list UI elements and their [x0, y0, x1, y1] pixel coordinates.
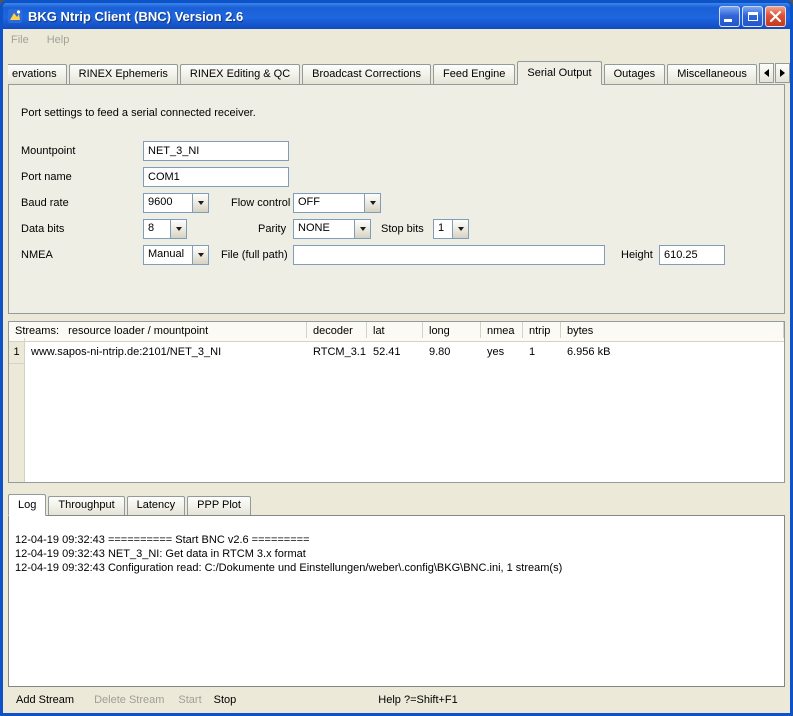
- stop-button[interactable]: Stop: [214, 694, 237, 706]
- nmea-value: Manual: [144, 246, 192, 264]
- row-number: 1: [9, 342, 25, 364]
- cell-decoder: RTCM_3.1: [307, 342, 367, 364]
- chevron-down-icon[interactable]: [192, 194, 208, 212]
- title-bar[interactable]: BKG Ntrip Client (BNC) Version 2.6: [3, 3, 790, 29]
- chevron-down-icon[interactable]: [192, 246, 208, 264]
- streams-table: Streams: resource loader / mountpoint de…: [8, 321, 785, 483]
- bnc-window: BKG Ntrip Client (BNC) Version 2.6 File …: [0, 0, 793, 716]
- tab-broadcast-corrections[interactable]: Broadcast Corrections: [302, 64, 431, 84]
- tab-observations[interactable]: ervations: [8, 64, 67, 84]
- chevron-down-icon[interactable]: [170, 220, 186, 238]
- log-line: 12-04-19 09:32:43 NET_3_NI: Get data in …: [15, 547, 778, 561]
- menu-help[interactable]: Help: [47, 34, 70, 46]
- tab-ppp-plot[interactable]: PPP Plot: [187, 496, 251, 515]
- nmea-label: NMEA: [21, 249, 53, 261]
- log-tab-bar: Log Throughput Latency PPP Plot: [8, 493, 785, 515]
- tab-miscellaneous[interactable]: Miscellaneous: [667, 64, 757, 84]
- flow-control-select[interactable]: OFF: [293, 193, 381, 213]
- main-tab-bar: ervations RINEX Ephemeris RINEX Editing …: [8, 60, 785, 84]
- maximize-button[interactable]: [742, 6, 763, 27]
- baud-rate-select[interactable]: 9600: [143, 193, 209, 213]
- baud-rate-value: 9600: [144, 194, 192, 212]
- parity-label: Parity: [258, 223, 286, 235]
- window-title: BKG Ntrip Client (BNC) Version 2.6: [28, 9, 243, 24]
- chevron-down-icon[interactable]: [354, 220, 370, 238]
- stop-bits-label: Stop bits: [381, 223, 424, 235]
- cell-long: 9.80: [423, 342, 481, 364]
- data-bits-select[interactable]: 8: [143, 219, 187, 239]
- chevron-down-icon[interactable]: [452, 220, 468, 238]
- cell-ntrip: 1: [523, 342, 561, 364]
- cell-nmea: yes: [481, 342, 523, 364]
- column-header-mountpoint[interactable]: Streams: resource loader / mountpoint: [9, 322, 307, 338]
- column-header-ntrip[interactable]: ntrip: [523, 322, 561, 338]
- add-stream-button[interactable]: Add Stream: [16, 694, 74, 706]
- data-bits-label: Data bits: [21, 223, 64, 235]
- tab-rinex-ephemeris[interactable]: RINEX Ephemeris: [69, 64, 178, 84]
- baud-rate-label: Baud rate: [21, 197, 69, 209]
- data-bits-value: 8: [144, 220, 170, 238]
- file-path-input[interactable]: [293, 245, 605, 265]
- mountpoint-input[interactable]: [143, 141, 289, 161]
- menu-file[interactable]: File: [11, 34, 29, 46]
- tab-feed-engine[interactable]: Feed Engine: [433, 64, 515, 84]
- tab-scroll-right-button[interactable]: [775, 63, 790, 83]
- tab-serial-output[interactable]: Serial Output: [517, 61, 601, 85]
- tab-latency[interactable]: Latency: [127, 496, 186, 515]
- close-icon: [769, 10, 782, 23]
- table-row[interactable]: 1 www.sapos-ni-ntrip.de:2101/NET_3_NI RT…: [9, 342, 784, 364]
- column-header-spacer: [9, 338, 25, 342]
- flow-control-label: Flow control: [231, 197, 290, 209]
- cell-mountpoint: www.sapos-ni-ntrip.de:2101/NET_3_NI: [25, 342, 307, 364]
- main-area: ervations RINEX Ephemeris RINEX Editing …: [3, 51, 790, 713]
- cell-lat: 52.41: [367, 342, 423, 364]
- column-header-bytes[interactable]: bytes: [561, 322, 784, 338]
- log-line: 12-04-19 09:32:43 ========== Start BNC v…: [15, 533, 778, 547]
- log-line: 12-04-19 09:32:43 Configuration read: C:…: [15, 561, 778, 575]
- flow-control-value: OFF: [294, 194, 364, 212]
- parity-value: NONE: [294, 220, 354, 238]
- start-button: Start: [178, 694, 201, 706]
- arrow-right-icon: [780, 69, 785, 77]
- close-button[interactable]: [765, 6, 786, 27]
- minimize-button[interactable]: [719, 6, 740, 27]
- tab-scroll-buttons: [759, 63, 790, 84]
- panel-description: Port settings to feed a serial connected…: [21, 107, 256, 119]
- port-name-input[interactable]: [143, 167, 289, 187]
- streams-table-body: 1 www.sapos-ni-ntrip.de:2101/NET_3_NI RT…: [9, 342, 784, 482]
- mountpoint-label: Mountpoint: [21, 145, 75, 157]
- tab-rinex-editing-qc[interactable]: RINEX Editing & QC: [180, 64, 300, 84]
- log-output[interactable]: 12-04-19 09:32:43 ========== Start BNC v…: [8, 515, 785, 687]
- nmea-select[interactable]: Manual: [143, 245, 209, 265]
- port-name-label: Port name: [21, 171, 72, 183]
- maximize-icon: [748, 12, 758, 21]
- window-controls: [719, 6, 786, 27]
- cell-bytes: 6.956 kB: [561, 342, 784, 364]
- file-path-label: File (full path): [221, 249, 288, 261]
- menu-bar: File Help: [3, 29, 790, 51]
- help-button[interactable]: Help ?=Shift+F1: [378, 694, 458, 706]
- height-input[interactable]: [659, 245, 725, 265]
- tab-scroll-left-button[interactable]: [759, 63, 774, 83]
- tab-throughput[interactable]: Throughput: [48, 496, 124, 515]
- stop-bits-select[interactable]: 1: [433, 219, 469, 239]
- parity-select[interactable]: NONE: [293, 219, 371, 239]
- column-header-lat[interactable]: lat: [367, 322, 423, 338]
- bottom-button-bar: Add Stream Delete Stream Start Stop Help…: [8, 687, 785, 713]
- minimize-icon: [724, 19, 732, 22]
- column-header-decoder[interactable]: decoder: [307, 322, 367, 338]
- chevron-down-icon[interactable]: [364, 194, 380, 212]
- height-label: Height: [621, 249, 653, 261]
- app-icon: [7, 8, 23, 24]
- tab-log[interactable]: Log: [8, 494, 46, 516]
- tab-outages[interactable]: Outages: [604, 64, 666, 84]
- column-header-long[interactable]: long: [423, 322, 481, 338]
- column-header-nmea[interactable]: nmea: [481, 322, 523, 338]
- arrow-left-icon: [764, 69, 769, 77]
- delete-stream-button: Delete Stream: [94, 694, 164, 706]
- stop-bits-value: 1: [434, 220, 452, 238]
- streams-table-header: Streams: resource loader / mountpoint de…: [9, 322, 784, 342]
- serial-output-panel: Port settings to feed a serial connected…: [8, 84, 785, 314]
